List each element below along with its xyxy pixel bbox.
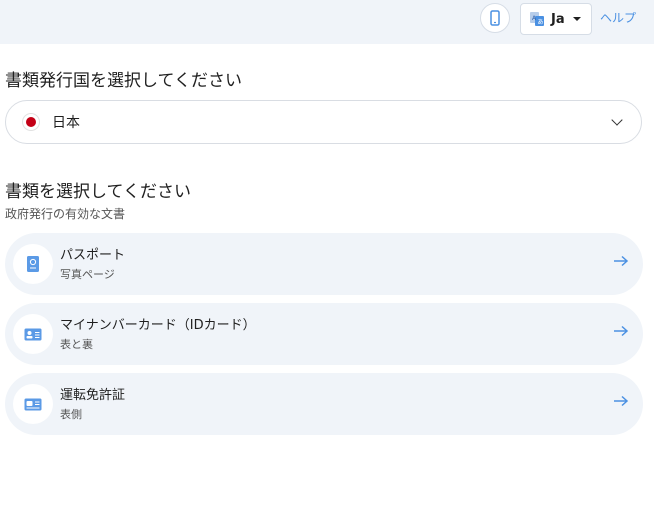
- document-section-subtitle: 政府発行の有効な文書: [5, 207, 126, 221]
- japan-flag-icon: [22, 113, 40, 131]
- document-title: 運転免許証: [60, 388, 126, 403]
- document-title: パスポート: [60, 248, 126, 263]
- passport-icon: [27, 256, 39, 272]
- doc-icon-container: [13, 384, 53, 424]
- country-section-title: 書類発行国を選択してください: [5, 71, 242, 91]
- document-subtitle: 写真ページ: [60, 268, 115, 281]
- chevron-down-icon: [572, 17, 581, 21]
- document-section-title: 書類を選択してください: [5, 182, 191, 202]
- document-subtitle: 表側: [60, 408, 82, 421]
- selected-country: 日本: [52, 115, 80, 131]
- mobile-phone-icon: [490, 10, 500, 26]
- document-option-drivers-license[interactable]: 運転免許証 表側: [5, 373, 643, 435]
- chevron-down-icon: [611, 114, 623, 126]
- document-title: マイナンバーカード（IDカード）: [60, 318, 256, 333]
- translate-icon: A あ: [530, 12, 544, 26]
- id-card-icon: [24, 328, 42, 340]
- language-label: Ja: [551, 11, 565, 27]
- arrow-right-icon: [614, 395, 629, 407]
- svg-text:あ: あ: [538, 19, 544, 26]
- doc-icon-container: [13, 244, 53, 284]
- arrow-right-icon: [614, 255, 629, 267]
- mobile-device-button[interactable]: [480, 3, 510, 33]
- arrow-right-icon: [614, 325, 629, 337]
- drivers-license-icon: [24, 398, 42, 410]
- document-option-id-card[interactable]: マイナンバーカード（IDカード） 表と裏: [5, 303, 643, 365]
- top-bar: A あ Ja ヘルプ: [0, 0, 654, 44]
- document-option-passport[interactable]: パスポート 写真ページ: [5, 233, 643, 295]
- document-subtitle: 表と裏: [60, 338, 93, 351]
- help-link[interactable]: ヘルプ: [600, 9, 636, 26]
- doc-icon-container: [13, 314, 53, 354]
- country-select[interactable]: 日本: [5, 100, 642, 144]
- language-selector[interactable]: A あ Ja: [520, 3, 592, 35]
